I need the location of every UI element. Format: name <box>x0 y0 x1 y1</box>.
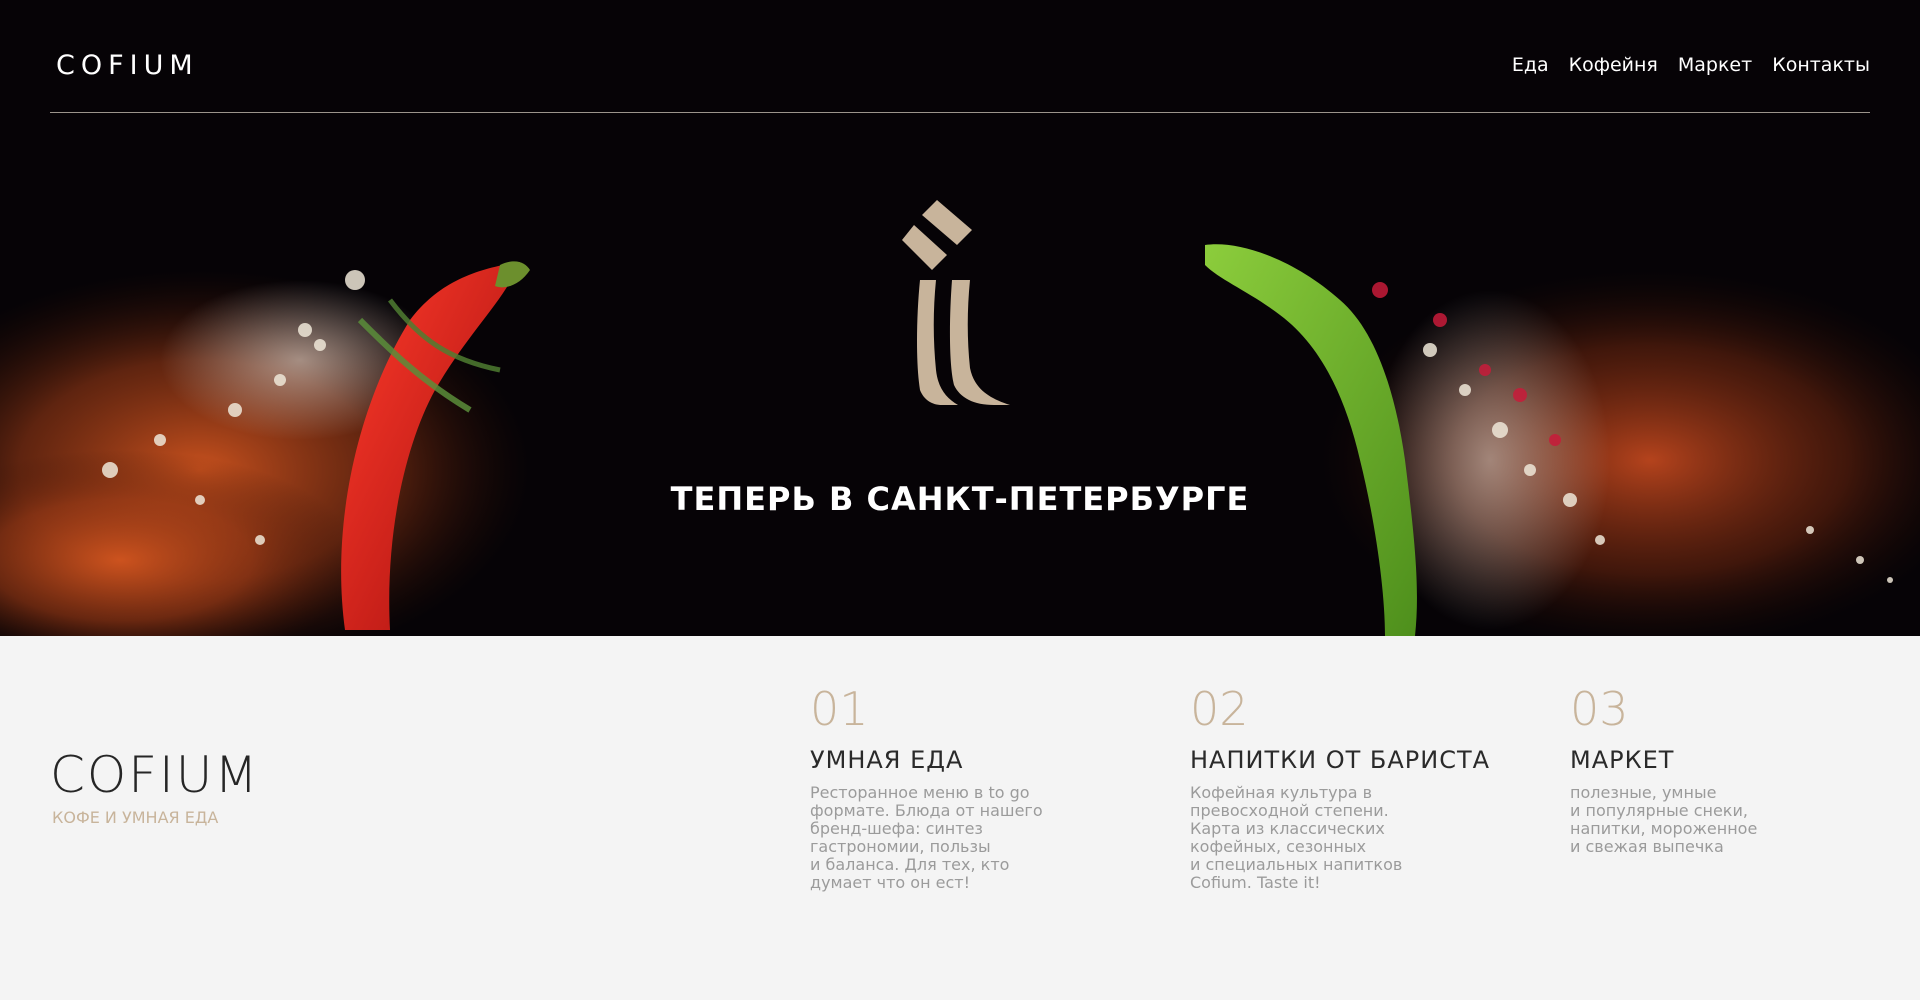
brand-tagline: КОФЕ И УМНАЯ ЕДА <box>52 808 219 827</box>
site-logo[interactable]: COFIUM <box>56 50 199 81</box>
feature-market: 03 МАРКЕТ полезные, умные и популярные с… <box>1570 686 1890 856</box>
feature-number: 03 <box>1570 682 1629 736</box>
hero-section: COFIUM Еда Кофейня Маркет Контакты ТЕПЕР… <box>0 0 1920 636</box>
hero-title: ТЕПЕРЬ В САНКТ-ПЕТЕРБУРГЕ <box>670 480 1250 518</box>
feature-text: Ресторанное меню в to go формате. Блюда … <box>810 783 1043 892</box>
feature-title: УМНАЯ ЕДА <box>810 746 964 774</box>
nav-link-market[interactable]: Маркет <box>1678 54 1752 76</box>
feature-text: Кофейная культура в превосходной степени… <box>1190 783 1403 892</box>
feature-number: 01 <box>810 682 869 736</box>
feature-text: полезные, умные и популярные снеки, напи… <box>1570 783 1758 856</box>
feature-title: МАРКЕТ <box>1570 746 1675 774</box>
brand-name: COFIUM <box>50 746 260 804</box>
cofium-emblem-icon <box>902 200 1010 405</box>
nav-link-contacts[interactable]: Контакты <box>1772 54 1870 76</box>
nav-link-food[interactable]: Еда <box>1512 54 1549 76</box>
main-nav: Еда Кофейня Маркет Контакты <box>1512 54 1870 76</box>
features-section: COFIUM КОФЕ И УМНАЯ ЕДА 01 УМНАЯ ЕДА Рес… <box>0 636 1920 1000</box>
nav-link-coffee-shop[interactable]: Кофейня <box>1569 54 1658 76</box>
feature-title: НАПИТКИ ОТ БАРИСТА <box>1190 746 1491 774</box>
feature-number: 02 <box>1190 682 1249 736</box>
feature-smart-food: 01 УМНАЯ ЕДА Ресторанное меню в to go фо… <box>810 686 1130 892</box>
header: COFIUM Еда Кофейня Маркет Контакты <box>50 0 1870 113</box>
feature-barista-drinks: 02 НАПИТКИ ОТ БАРИСТА Кофейная культура … <box>1190 686 1510 892</box>
